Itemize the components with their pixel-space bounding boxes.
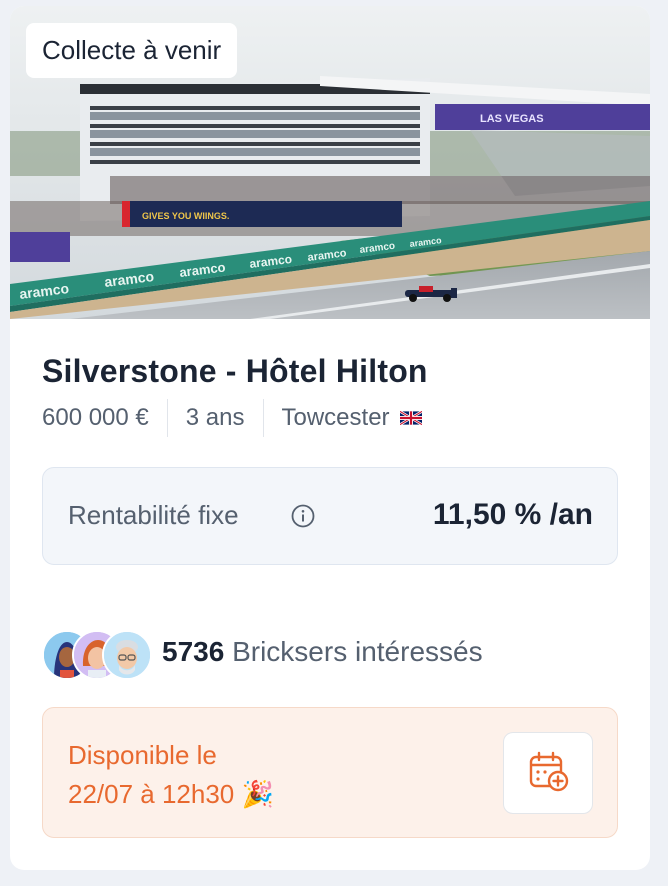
availability-text: Disponible le 22/07 à 12h30 🎉 xyxy=(68,736,274,814)
meta-divider xyxy=(262,399,264,437)
interest-label: Bricksers intéressés xyxy=(232,636,483,667)
project-title[interactable]: Silverstone - Hôtel Hilton xyxy=(42,353,428,390)
avatar-group xyxy=(42,630,152,680)
availability-line-1: Disponible le xyxy=(68,740,217,770)
return-value: 11,50 % /an xyxy=(432,498,593,531)
interest-number: 5736 xyxy=(162,636,225,667)
availability-line-2: 22/07 à 12h30 🎉 xyxy=(68,779,274,809)
location-value: Towcester xyxy=(281,404,390,431)
avatar xyxy=(102,630,152,680)
slogan-text: GIVES YOU WIINGS. xyxy=(142,211,229,221)
uk-flag-icon xyxy=(398,404,423,432)
meta-divider xyxy=(166,399,168,437)
project-meta: 600 000 € 3 ans Towcester xyxy=(42,398,423,438)
duration-value: 3 ans xyxy=(185,404,245,431)
calendar-add-icon xyxy=(526,749,570,798)
amount-value: 600 000 € xyxy=(42,404,149,431)
return-box: Rentabilité fixe 11,50 % /an xyxy=(42,467,618,565)
interest-count: 5736 Bricksers intéressés xyxy=(162,636,483,668)
return-label: Rentabilité fixe xyxy=(68,500,239,530)
project-card[interactable]: LAS VEGAS GIVES YOU WIINGS. aramco aramc… xyxy=(10,6,650,870)
add-to-calendar-button[interactable] xyxy=(503,732,593,814)
hero-image: LAS VEGAS GIVES YOU WIINGS. aramco aramc… xyxy=(10,6,650,319)
info-icon[interactable] xyxy=(291,504,315,533)
banner-text: LAS VEGAS xyxy=(480,113,544,125)
status-badge: Collecte à venir xyxy=(26,23,238,78)
availability-box: Disponible le 22/07 à 12h30 🎉 xyxy=(42,707,618,838)
